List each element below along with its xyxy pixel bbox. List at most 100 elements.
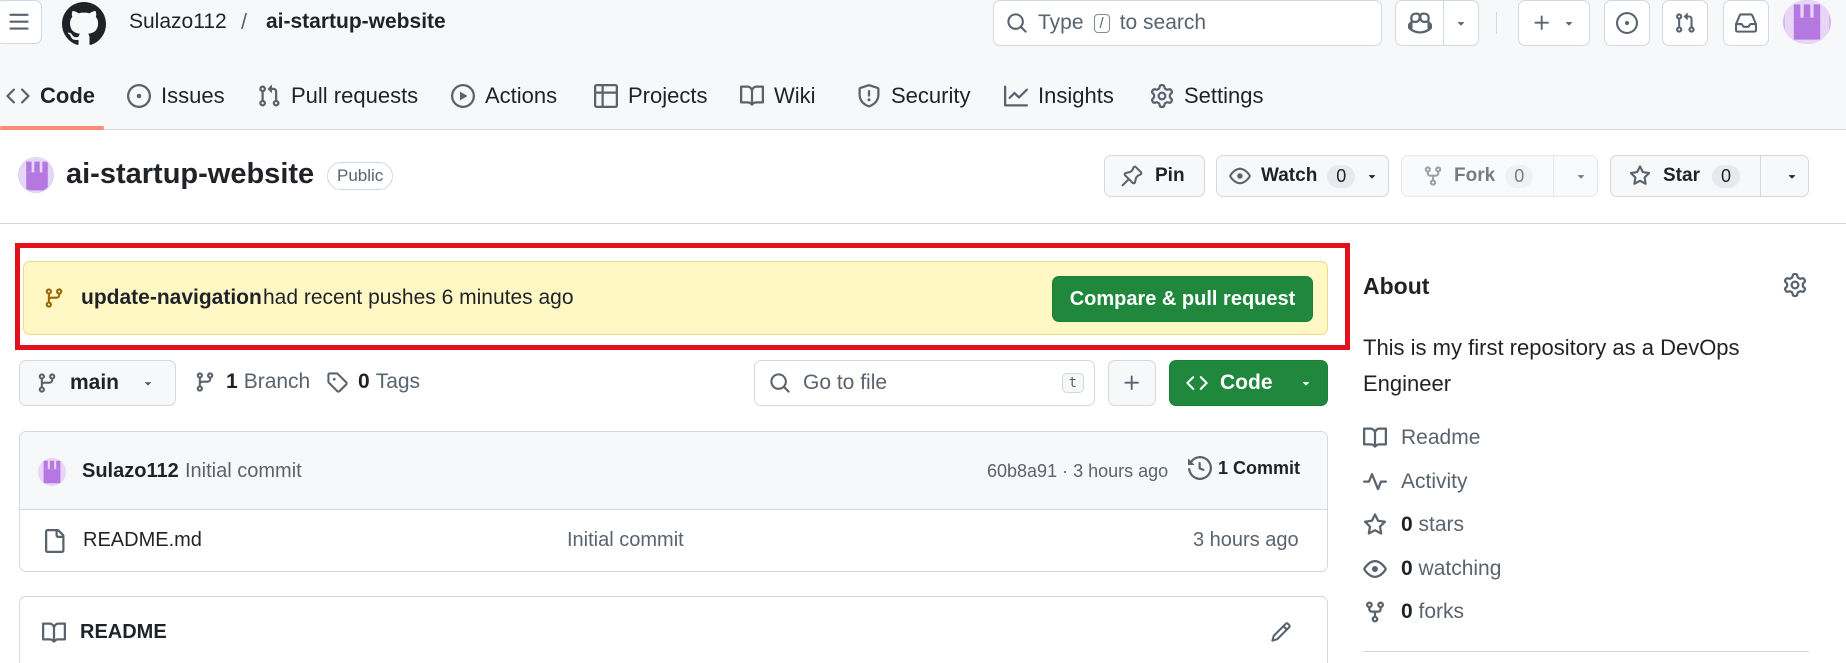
owner-link[interactable]: Sulazo112 — [129, 10, 227, 34]
about-stars-label: stars — [1418, 513, 1465, 536]
watch-button[interactable]: Watch 0 — [1216, 155, 1389, 197]
file-name-link[interactable]: README.md — [83, 529, 202, 552]
compare-pull-request-label: Compare & pull request — [1069, 287, 1296, 310]
git-branch-icon — [43, 287, 65, 309]
inbox-icon — [1735, 12, 1757, 34]
pencil-icon[interactable] — [1270, 621, 1292, 643]
menu-button[interactable] — [0, 0, 42, 44]
chevron-down-icon — [1562, 16, 1576, 30]
path-separator: / — [241, 9, 248, 34]
inbox-button[interactable] — [1723, 0, 1769, 46]
branches-count: 1 — [226, 370, 238, 393]
tab-security[interactable]: Security — [857, 78, 970, 114]
play-icon — [451, 84, 475, 108]
repo-link[interactable]: ai-startup-website — [266, 10, 446, 34]
commit-author-avatar[interactable] — [38, 458, 66, 486]
about-watching-link[interactable]: 0 watching — [1363, 557, 1501, 581]
fork-divider — [1553, 156, 1555, 196]
tab-pull-requests[interactable]: Pull requests — [257, 78, 418, 114]
commits-history-link[interactable]: 1 Commit — [1188, 456, 1300, 480]
issue-opened-icon — [127, 84, 151, 108]
tab-settings[interactable]: Settings — [1150, 78, 1264, 114]
shield-icon — [857, 84, 881, 108]
history-icon — [1188, 456, 1212, 480]
copilot-icon — [1396, 1, 1444, 45]
about-forks-link[interactable]: 0 forks — [1363, 600, 1464, 624]
commit-hash-time[interactable]: 60b8a91 · 3 hours ago — [987, 461, 1168, 482]
star-icon — [1629, 165, 1651, 187]
gear-icon[interactable] — [1783, 273, 1807, 297]
pin-icon — [1121, 165, 1143, 187]
search-suffix: to search — [1119, 11, 1207, 34]
tab-insights-label: Insights — [1038, 83, 1114, 108]
header-divider — [1496, 12, 1497, 34]
repo-header-bar: Sulazo112 / ai-startup-website Type / to… — [0, 0, 1846, 130]
about-watching-label: watching — [1418, 557, 1502, 580]
latest-commit-row: Sulazo112 Initial commit 60b8a91 · 3 hou… — [20, 432, 1327, 510]
star-label: Star — [1663, 165, 1700, 186]
fork-count: 0 — [1505, 164, 1534, 188]
search-input[interactable]: Type / to search — [993, 0, 1382, 46]
tab-code[interactable]: Code — [6, 78, 95, 114]
repo-forked-icon — [1363, 600, 1387, 624]
table-row[interactable]: README.md Initial commit 3 hours ago — [20, 511, 1327, 571]
chevron-down-icon — [1444, 16, 1478, 30]
issues-button[interactable] — [1604, 0, 1650, 46]
github-logo-icon[interactable] — [62, 2, 106, 46]
go-to-file-placeholder: Go to file — [803, 371, 888, 394]
repo-avatar — [18, 157, 54, 193]
repo-name-heading[interactable]: ai-startup-website — [66, 158, 314, 191]
repo-title-row: ai-startup-website Public Pin Watch 0 Fo… — [0, 131, 1846, 224]
watch-count: 0 — [1327, 164, 1356, 188]
repo-forked-icon — [1422, 165, 1444, 187]
fork-button[interactable]: Fork 0 — [1401, 155, 1598, 197]
go-to-file-shortcut: t — [1061, 373, 1084, 393]
tab-projects[interactable]: Projects — [594, 78, 707, 114]
file-icon — [42, 529, 66, 553]
pull-requests-button[interactable] — [1662, 0, 1708, 46]
tags-link[interactable]: 0 Tags — [326, 370, 420, 394]
branch-selector[interactable]: main — [19, 360, 176, 406]
tab-insights[interactable]: Insights — [1004, 78, 1114, 114]
avatar[interactable] — [1783, 0, 1831, 44]
about-stars-link[interactable]: 0 stars — [1363, 513, 1464, 537]
tab-actions[interactable]: Actions — [451, 78, 557, 114]
commit-message[interactable]: Initial commit — [185, 460, 302, 483]
compare-pull-request-button[interactable]: Compare & pull request — [1052, 276, 1313, 322]
tags-label: Tags — [375, 370, 421, 393]
tab-wiki[interactable]: Wiki — [740, 78, 816, 114]
book-icon — [42, 621, 66, 645]
code-icon — [1186, 372, 1208, 394]
about-readme-link[interactable]: Readme — [1363, 426, 1480, 450]
git-branch-icon — [36, 372, 58, 394]
commits-count-label: 1 Commit — [1218, 457, 1301, 478]
code-dropdown-button[interactable]: Code — [1169, 360, 1328, 406]
git-pull-request-icon — [257, 84, 281, 108]
readme-title[interactable]: README — [80, 621, 167, 644]
banner-message: had recent pushes 6 minutes ago — [263, 286, 574, 309]
tab-security-label: Security — [891, 83, 971, 108]
gear-icon — [1150, 84, 1174, 108]
create-new-button[interactable] — [1518, 0, 1590, 46]
tab-settings-label: Settings — [1184, 83, 1264, 108]
file-commit-message[interactable]: Initial commit — [567, 529, 684, 552]
star-button[interactable]: Star 0 — [1610, 155, 1809, 197]
eye-icon — [1363, 557, 1387, 581]
tab-issues[interactable]: Issues — [127, 78, 225, 114]
go-to-file-input[interactable]: Go to file t — [754, 360, 1095, 406]
banner-branch-name[interactable]: update-navigation — [81, 286, 262, 310]
visibility-badge: Public — [327, 162, 394, 190]
issue-opened-icon — [1616, 12, 1638, 34]
about-stars-count: 0 — [1401, 513, 1413, 536]
branches-link[interactable]: 1 Branch — [194, 370, 310, 394]
tag-icon — [326, 371, 348, 393]
chevron-down-icon — [1574, 169, 1588, 183]
add-file-button[interactable] — [1108, 360, 1156, 406]
commit-author[interactable]: Sulazo112 — [82, 460, 179, 483]
about-watching-count: 0 — [1401, 557, 1413, 580]
pin-button[interactable]: Pin — [1104, 155, 1205, 197]
copilot-button[interactable] — [1395, 0, 1479, 46]
code-button-label: Code — [1220, 371, 1273, 394]
about-activity-link[interactable]: Activity — [1363, 470, 1468, 494]
tab-code-label: Code — [40, 83, 95, 108]
